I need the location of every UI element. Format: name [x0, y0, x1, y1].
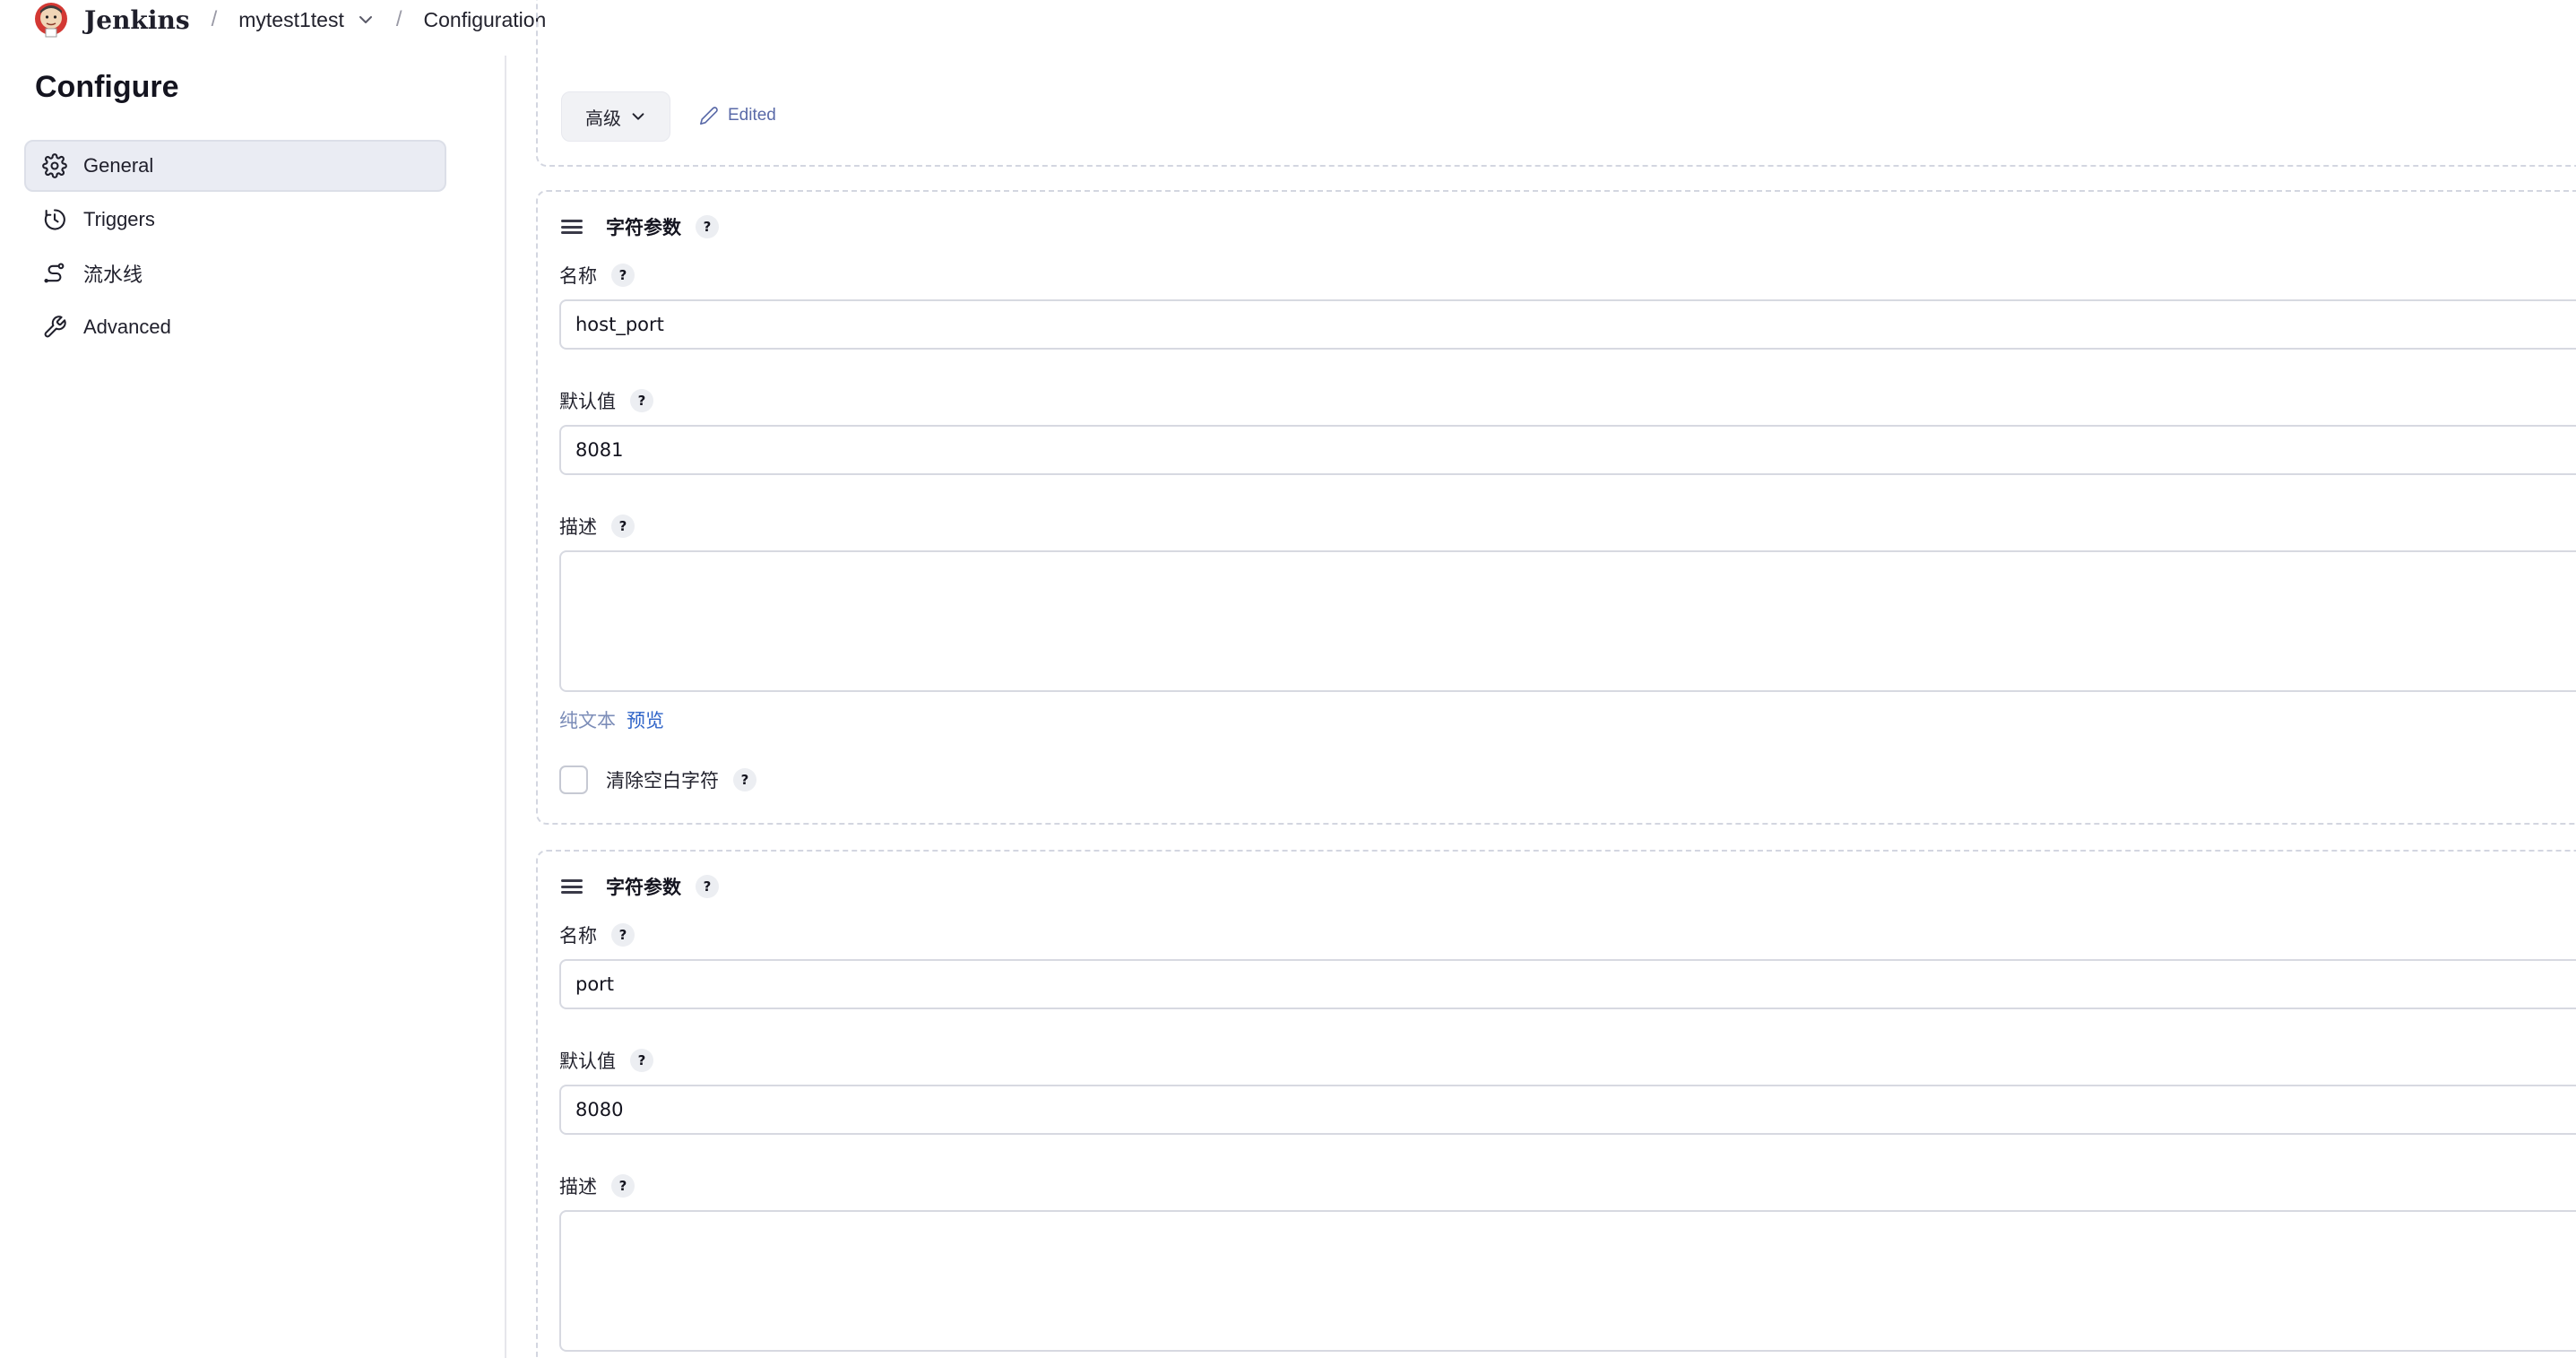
chevron-down-icon[interactable]: [357, 11, 375, 29]
sidebar-item-label: Advanced: [83, 316, 171, 338]
main-content: 高级 Edited 字符参数 ? 名称 ? host_port 默认值 ? 80…: [534, 0, 2576, 1358]
parameter-header: 字符参数 ?: [559, 213, 719, 240]
breadcrumb-configuration[interactable]: Configuration: [424, 8, 547, 32]
advanced-button[interactable]: 高级: [561, 91, 670, 142]
pencil-icon: [700, 107, 718, 125]
breadcrumb-separator: /: [395, 7, 402, 31]
sidebar-item-pipeline[interactable]: 流水线: [24, 247, 446, 299]
drag-handle-icon[interactable]: [559, 217, 584, 237]
default-value-label: 默认值 ?: [559, 1047, 653, 1074]
jenkins-logo-icon[interactable]: [32, 1, 70, 39]
name-label: 名称 ?: [559, 262, 635, 289]
name-input[interactable]: port: [559, 959, 2576, 1009]
parameter-header: 字符参数 ?: [559, 873, 719, 900]
sidebar-item-label: General: [83, 154, 154, 177]
parameter-title: 字符参数: [606, 218, 681, 238]
trim-checkbox[interactable]: [559, 765, 588, 794]
sidebar-item-advanced[interactable]: Advanced: [24, 301, 446, 353]
sidebar-item-triggers[interactable]: Triggers: [24, 194, 446, 246]
default-value-label-text: 默认值: [559, 1051, 616, 1072]
gear-icon: [42, 153, 67, 178]
plain-text-label: 纯文本: [559, 711, 616, 731]
edited-label: Edited: [728, 106, 776, 125]
name-input[interactable]: host_port: [559, 299, 2576, 350]
help-icon[interactable]: ?: [630, 389, 653, 412]
description-textarea[interactable]: [559, 550, 2576, 692]
advanced-button-label: 高级: [585, 108, 621, 129]
help-icon[interactable]: ?: [611, 264, 635, 287]
sidebar-nav: General Triggers 流水线 Advanced: [24, 140, 446, 355]
breadcrumb-job[interactable]: mytest1test: [238, 8, 344, 32]
sidebar-item-general[interactable]: General: [24, 140, 446, 192]
string-parameter-section: 字符参数 ? 名称 ? host_port 默认值 ? 8081 描述 ? 纯文…: [536, 190, 2576, 825]
description-textarea[interactable]: [559, 1210, 2576, 1352]
description-label: 描述 ?: [559, 1172, 635, 1199]
name-label-text: 名称: [559, 926, 597, 947]
help-icon[interactable]: ?: [696, 215, 719, 238]
advanced-section: 高级 Edited: [536, 0, 2576, 167]
edited-indicator: Edited: [699, 106, 776, 125]
default-value-label: 默认值 ?: [559, 387, 653, 414]
trim-label[interactable]: 清除空白字符: [606, 766, 719, 793]
wrench-icon: [42, 315, 67, 340]
description-label-text: 描述: [559, 1177, 597, 1198]
help-icon[interactable]: ?: [611, 923, 635, 947]
trim-option: 清除空白字符 ?: [559, 765, 756, 794]
clock-icon: [42, 207, 67, 232]
default-value-input[interactable]: 8080: [559, 1085, 2576, 1135]
page-title: Configure: [35, 70, 179, 104]
parameter-title: 字符参数: [606, 878, 681, 898]
sidebar-divider: [505, 56, 506, 1358]
help-icon[interactable]: ?: [696, 875, 719, 898]
preview-link[interactable]: 预览: [627, 706, 664, 733]
help-icon[interactable]: ?: [630, 1049, 653, 1072]
pipeline-icon: [42, 261, 67, 286]
chevron-down-icon: [632, 113, 644, 120]
breadcrumb-separator: /: [211, 7, 218, 31]
help-icon[interactable]: ?: [611, 1174, 635, 1198]
description-label-text: 描述: [559, 517, 597, 538]
description-label: 描述 ?: [559, 513, 635, 540]
help-icon[interactable]: ?: [733, 768, 756, 791]
help-icon[interactable]: ?: [611, 515, 635, 538]
default-value-label-text: 默认值: [559, 392, 616, 412]
default-value-input[interactable]: 8081: [559, 425, 2576, 475]
sidebar-item-label: 流水线: [83, 264, 143, 286]
brand-name[interactable]: Jenkins: [84, 5, 190, 35]
sidebar-item-label: Triggers: [83, 208, 155, 230]
text-format-links: 纯文本 预览: [559, 706, 664, 733]
name-label-text: 名称: [559, 266, 597, 287]
string-parameter-section: 字符参数 ? 名称 ? port 默认值 ? 8080 描述 ?: [536, 850, 2576, 1358]
drag-handle-icon[interactable]: [559, 877, 584, 896]
name-label: 名称 ?: [559, 921, 635, 948]
